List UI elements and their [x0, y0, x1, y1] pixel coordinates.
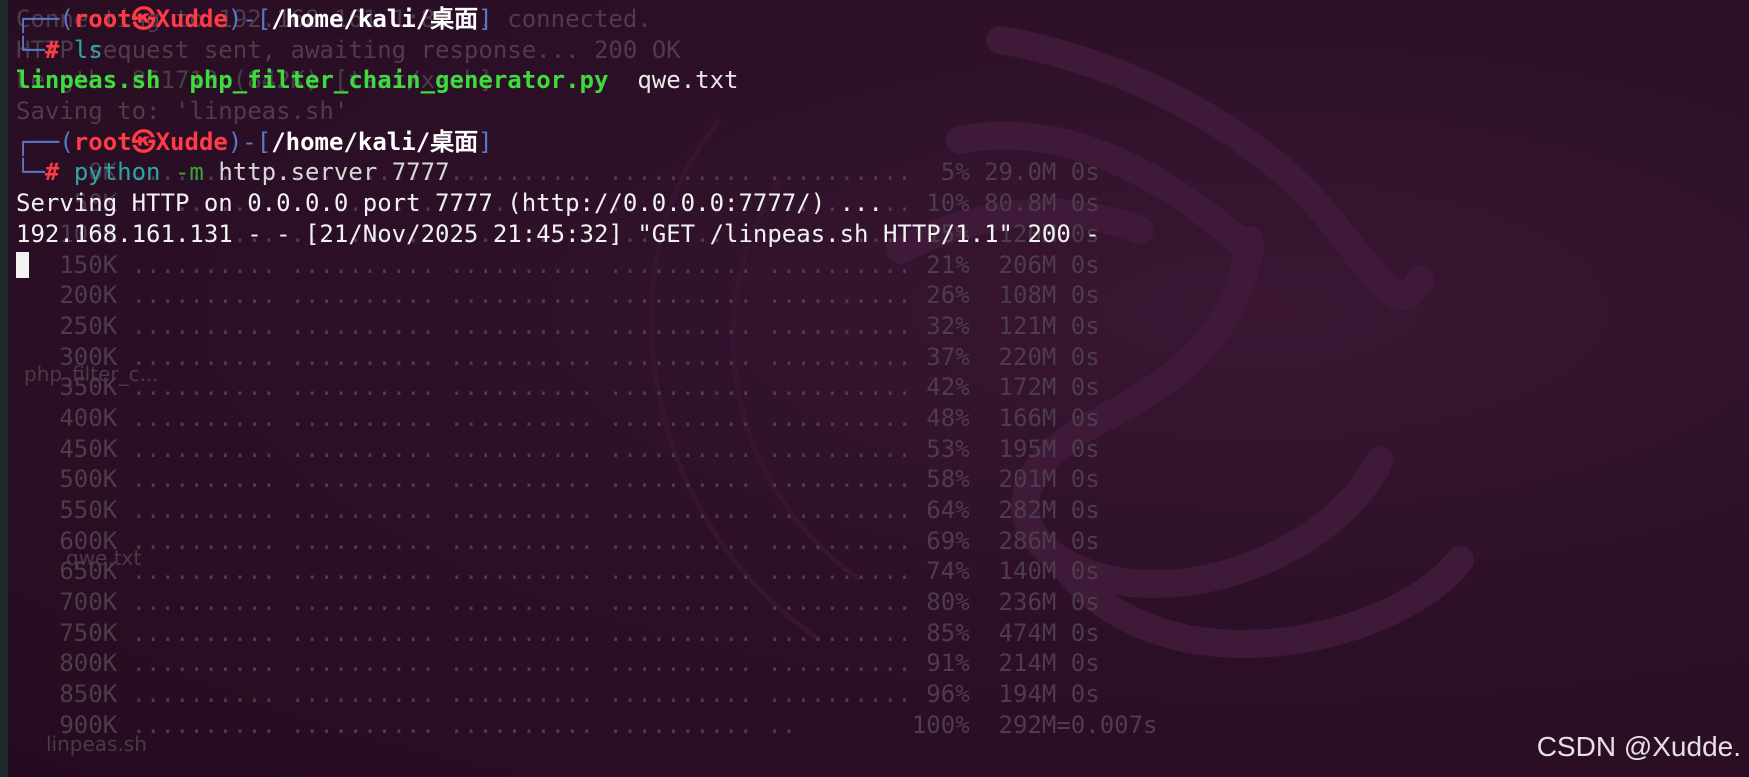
prompt-2-header: ┌──(root㉿Xudde)-[/home/kali/桌面]	[16, 127, 1100, 158]
prompt-sep: )-[	[227, 5, 272, 33]
server-request-log-line: 192.168.161.131 - - [21/Nov/2025 21:45:3…	[16, 219, 1100, 248]
prompt-close: ]	[478, 5, 493, 33]
terminal-cursor	[16, 251, 29, 278]
prompt-1-header: ┌──(root㉿Xudde)-[/home/kali/桌面]	[16, 4, 1100, 35]
file-php-filter: php_filter_chain_generator.py	[189, 66, 609, 95]
prompt-hash: #	[44, 35, 60, 64]
prompt-hash: #	[44, 158, 60, 187]
prompt-user: root㉿Xudde	[73, 5, 228, 33]
ghost-line: 900K .......... .......... .......... ..…	[16, 710, 1158, 739]
ghost-line: 200K .......... .......... .......... ..…	[16, 281, 1100, 310]
prompt-box-top: ┌──(	[16, 127, 74, 156]
ghost-line: 400K .......... .......... .......... ..…	[16, 403, 1100, 432]
cursor-line	[16, 250, 1100, 281]
command-flag: -m	[174, 158, 204, 187]
ghost-line: 350K .......... .......... .......... ..…	[16, 373, 1100, 402]
terminal-window[interactable]: php_filter_c... qwe.txt linpeas.sh Conne…	[0, 0, 1749, 777]
prompt-2-command-line: └─# python -m http.server 7777	[16, 157, 1100, 188]
ghost-line: 650K .......... .......... .......... ..…	[16, 557, 1100, 586]
prompt-box-bottom: └─	[16, 158, 45, 187]
ghost-line: 500K .......... .......... .......... ..…	[16, 465, 1100, 494]
file-linpeas: linpeas.sh	[16, 66, 161, 95]
ghost-line: 450K .......... .......... .......... ..…	[16, 434, 1100, 463]
ghost-line: 800K .......... .......... .......... ..…	[16, 649, 1100, 678]
prompt-close: ]	[478, 127, 493, 156]
prompt-box-top: ┌──(	[16, 5, 74, 33]
prompt-user: root㉿Xudde	[73, 127, 228, 156]
command-python: python	[73, 158, 161, 187]
ghost-line: 850K .......... .......... .......... ..…	[16, 680, 1100, 709]
ghost-line: 300K .......... .......... .......... ..…	[16, 342, 1100, 371]
terminal-output[interactable]: ┌──(root㉿Xudde)-[/home/kali/桌面] └─# ls lin…	[16, 4, 1100, 280]
csdn-watermark: CSDN @Xudde.	[1536, 731, 1741, 762]
prompt-box-bottom: └─	[16, 35, 45, 64]
file-qwe: qwe.txt	[637, 66, 739, 95]
prompt-path: /home/kali/桌面	[271, 127, 479, 156]
prompt-1-command-line: └─# ls	[16, 35, 1100, 66]
command-args: http.server 7777	[218, 158, 450, 187]
prompt-sep: )-[	[227, 127, 272, 156]
ghost-line: 250K .......... .......... .......... ..…	[16, 311, 1100, 340]
ghost-line: 700K .......... .......... .......... ..…	[16, 588, 1100, 617]
command-ls: ls	[73, 35, 103, 64]
ghost-line: 600K .......... .......... .......... ..…	[16, 526, 1100, 555]
ls-output-line: linpeas.sh php_filter_chain_generator.py…	[16, 65, 1100, 96]
ghost-line: 750K .......... .......... .......... ..…	[16, 618, 1100, 647]
server-serving-line: Serving HTTP on 0.0.0.0 port 7777 (http:…	[16, 189, 883, 218]
ghost-line: 550K .......... .......... .......... ..…	[16, 496, 1100, 524]
prompt-path: /home/kali/桌面	[271, 5, 479, 33]
